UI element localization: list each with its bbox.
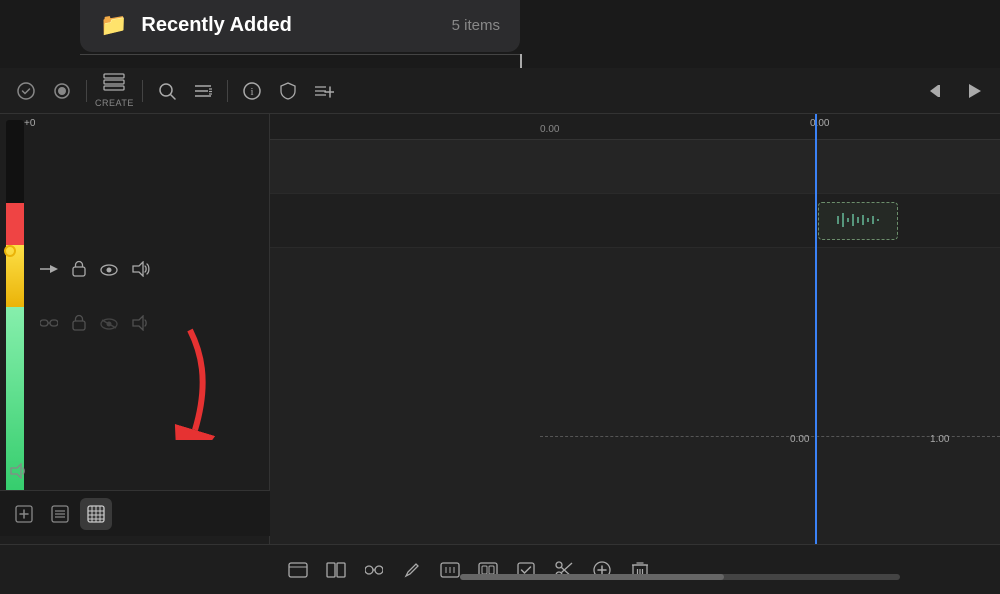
main-toolbar: CREATE i bbox=[0, 68, 1000, 114]
master-volume-icon[interactable] bbox=[10, 463, 28, 484]
folder-icon: 📁 bbox=[100, 12, 127, 38]
toolbar-divider-3 bbox=[227, 80, 228, 102]
track-1-lock-icon[interactable] bbox=[72, 260, 86, 282]
timecode-bottom-0: 0.00 bbox=[790, 434, 809, 445]
vu-red-segment bbox=[6, 203, 24, 245]
bottom-scissors-icon[interactable] bbox=[546, 552, 582, 588]
sidebar-bottom-toolbar bbox=[0, 490, 270, 536]
audio-clip[interactable] bbox=[818, 202, 898, 240]
bottom-link-icon[interactable] bbox=[356, 552, 392, 588]
track-1-visibility-icon[interactable] bbox=[100, 261, 118, 281]
playhead bbox=[815, 114, 817, 544]
vu-level-indicator bbox=[4, 245, 16, 257]
track-2-link-icon[interactable] bbox=[40, 315, 58, 335]
bottom-icon-6[interactable] bbox=[470, 552, 506, 588]
track-2-visibility-icon[interactable] bbox=[100, 315, 118, 335]
panel-count: 5 items bbox=[452, 17, 500, 34]
add-track-sidebar-button[interactable] bbox=[8, 498, 40, 530]
bottom-trash-icon[interactable] bbox=[622, 552, 658, 588]
bottom-check-icon[interactable] bbox=[508, 552, 544, 588]
shield-button[interactable] bbox=[272, 75, 304, 107]
grid-view-button[interactable] bbox=[80, 498, 112, 530]
recently-added-panel: 📁 Recently Added 5 items bbox=[80, 0, 520, 52]
track-1-followup-icon[interactable] bbox=[40, 261, 58, 281]
panel-title: Recently Added bbox=[141, 14, 437, 37]
track-1-volume-icon[interactable] bbox=[132, 261, 150, 282]
timecode-zero: 0.00 bbox=[810, 118, 829, 129]
toolbar-divider-1 bbox=[86, 80, 87, 102]
scrollbar-thumb[interactable] bbox=[460, 574, 724, 580]
bottom-pencil-icon[interactable] bbox=[394, 552, 430, 588]
bottom-icon-1[interactable] bbox=[280, 552, 316, 588]
ruler-mark-0: 0.00 bbox=[540, 124, 559, 135]
track-controls-row-1 bbox=[30, 244, 260, 298]
vu-db-label: +0 bbox=[24, 118, 35, 129]
bottom-icon-5[interactable] bbox=[432, 552, 468, 588]
track-lane-1 bbox=[270, 140, 1000, 194]
info-button[interactable]: i bbox=[236, 75, 268, 107]
svg-text:i: i bbox=[250, 86, 253, 98]
record-button[interactable] bbox=[46, 75, 78, 107]
timeline-scrollbar[interactable] bbox=[460, 574, 900, 580]
toolbar-divider-2 bbox=[142, 80, 143, 102]
bottom-add-icon[interactable] bbox=[584, 552, 620, 588]
track-list-button[interactable] bbox=[44, 498, 76, 530]
toolbar-right bbox=[922, 75, 990, 107]
create-label: CREATE bbox=[95, 98, 134, 108]
create-icon bbox=[103, 73, 125, 96]
track-2-volume-icon[interactable] bbox=[132, 315, 150, 336]
add-track-button[interactable] bbox=[308, 75, 340, 107]
search-button[interactable] bbox=[151, 75, 183, 107]
timeline-ruler: 0.00 bbox=[270, 114, 1000, 140]
bottom-toolbar bbox=[0, 544, 1000, 594]
dropdown-separator bbox=[80, 54, 520, 55]
waveform-icon bbox=[833, 208, 883, 235]
check-button[interactable] bbox=[10, 75, 42, 107]
track-controls-row-2 bbox=[30, 298, 260, 352]
bottom-icon-2[interactable] bbox=[318, 552, 354, 588]
timeline: 0.00 0.00 0.00 1.00 bbox=[270, 114, 1000, 544]
timecode-bottom-1: 1.00 bbox=[930, 434, 949, 445]
track-2-lock-icon[interactable] bbox=[72, 314, 86, 336]
rewind-button[interactable] bbox=[922, 75, 954, 107]
track-lane-2 bbox=[270, 194, 1000, 248]
play-button[interactable] bbox=[958, 75, 990, 107]
list-button[interactable] bbox=[187, 75, 219, 107]
create-button[interactable]: CREATE bbox=[95, 73, 134, 108]
